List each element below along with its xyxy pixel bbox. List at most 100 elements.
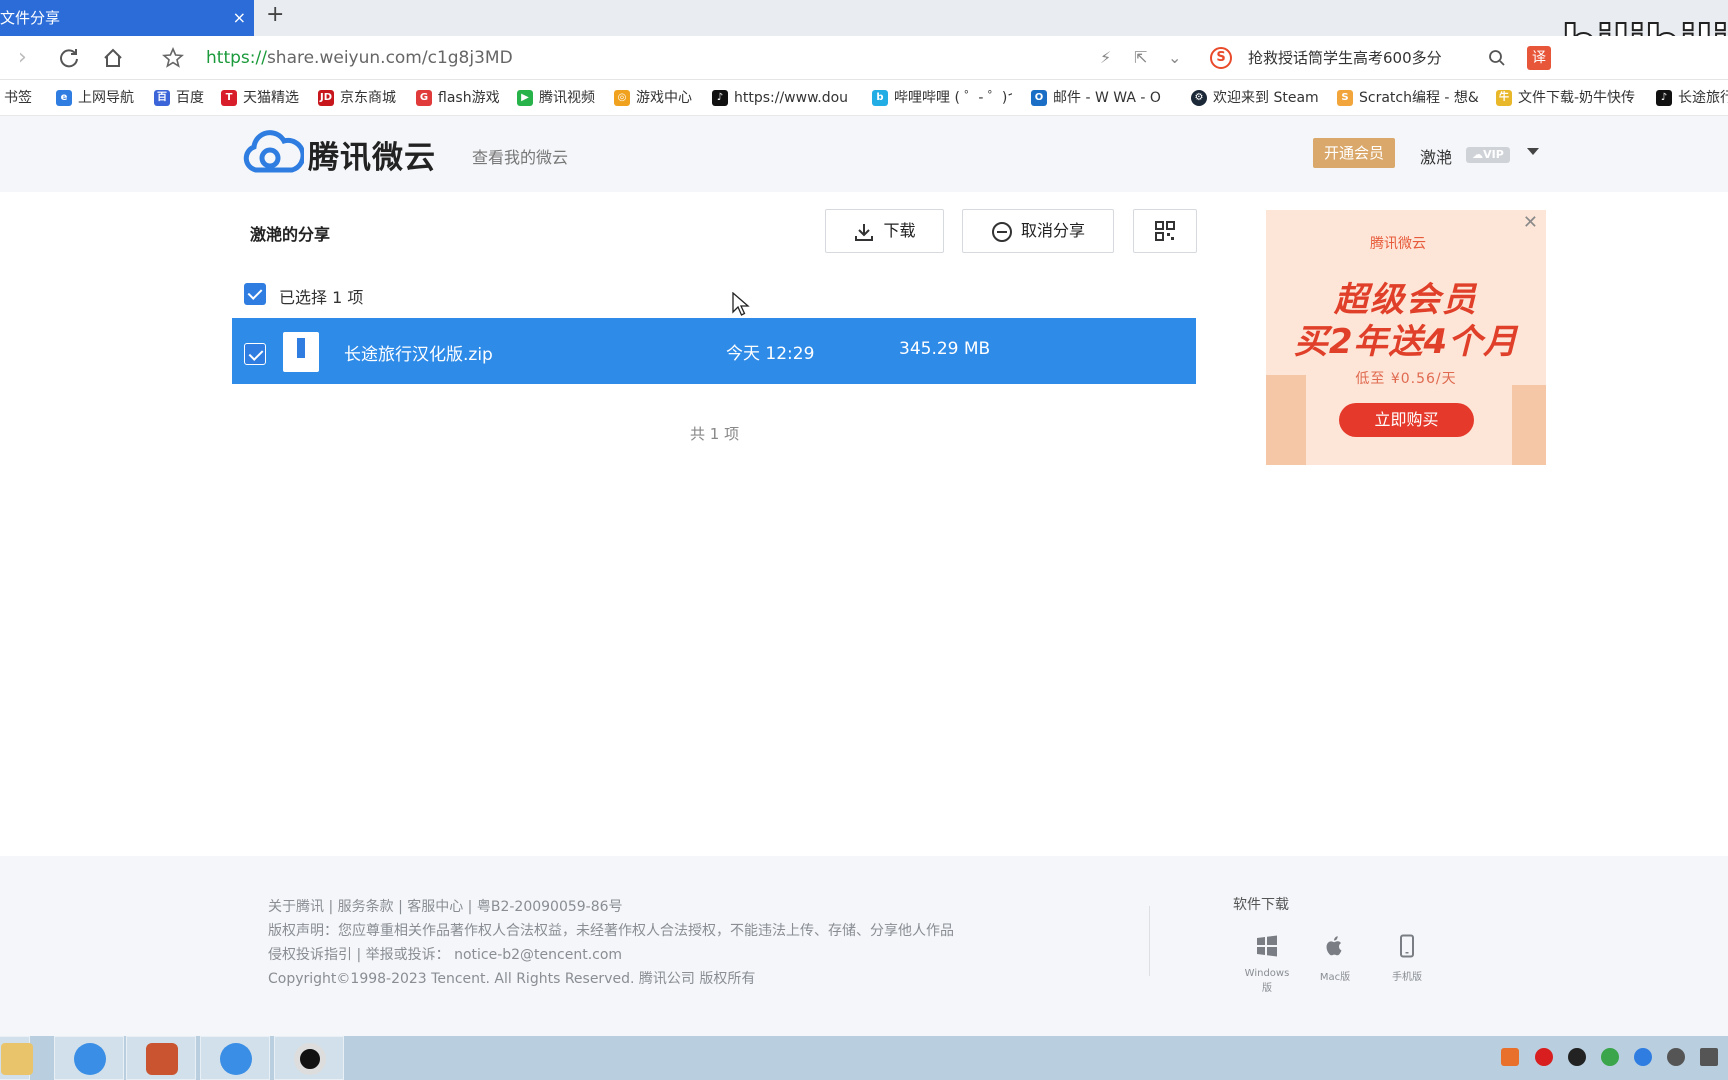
mac-download[interactable]: Mac版	[1310, 934, 1360, 983]
lightning-icon[interactable]: ⚡	[1100, 36, 1111, 80]
address-bar: › https://share.weiyun.com/c1g8j3MD ⚡ ⇱ …	[0, 36, 1728, 80]
my-weiyun-link[interactable]: 查看我的微云	[472, 144, 568, 168]
steam-icon: ⚙	[1191, 90, 1207, 106]
forward-icon[interactable]: ›	[18, 36, 27, 80]
cancel-share-button[interactable]: 取消分享	[962, 209, 1114, 253]
bookmark-label: 腾讯视频	[539, 90, 595, 106]
volume-icon[interactable]	[1666, 1047, 1685, 1066]
qq-icon[interactable]	[1567, 1047, 1586, 1066]
bookmark-item[interactable]: Gflash游戏	[416, 80, 500, 115]
vip-badge: ☁VIP	[1466, 147, 1510, 163]
bookmark-star-icon[interactable]	[162, 36, 184, 80]
select-all-checkbox[interactable]	[244, 283, 266, 305]
bookmark-item[interactable]: S Scratch编程 - 想&	[1337, 80, 1479, 115]
bookmark-label: 天猫精选	[243, 90, 299, 106]
bookmark-item[interactable]: e 上网导航	[56, 80, 134, 115]
footer-divider	[1149, 906, 1150, 976]
taskbar	[0, 1036, 1728, 1080]
file-checkbox[interactable]	[244, 343, 266, 365]
copyright: Copyright©1998-2023 Tencent. All Rights …	[268, 971, 756, 987]
bookmark-item[interactable]: ♪ https://www.dou	[712, 80, 849, 115]
bookmark-label: 书签	[4, 90, 32, 106]
bookmark-item[interactable]: b 哔哩哔哩 ( ゜- ゜)つ	[872, 80, 1012, 115]
bookmark-item[interactable]: ◎ 游戏中心	[614, 80, 692, 115]
record-icon	[294, 1043, 326, 1075]
bookmark-item[interactable]: 百百度	[154, 80, 204, 115]
bookmark-label: 百度	[176, 90, 204, 106]
tab-title: 文件分享	[0, 9, 61, 27]
bookmark-item[interactable]: T 天猫精选	[221, 80, 299, 115]
bilibili-icon: b	[872, 90, 888, 106]
zip-file-icon	[283, 332, 319, 372]
weiyun-brand[interactable]: 腾讯微云	[308, 132, 436, 177]
share-title: 激滟的分享	[250, 225, 331, 244]
url-scheme: https://	[206, 48, 267, 68]
vip-ad-banner[interactable]: ✕ 腾讯微云 超级会员 买2年送4个月 低至 ¥0.56/天 立即购买	[1266, 210, 1546, 465]
windows-download[interactable]: Windows版	[1242, 934, 1292, 994]
mac-label: Mac版	[1319, 972, 1351, 983]
bookmark-label: https://www.dou	[734, 90, 849, 106]
bookmark-item[interactable]: 书签	[4, 80, 32, 115]
download-button[interactable]: 下载	[825, 209, 944, 253]
ad-offer: 买2年送4个月	[1293, 322, 1519, 362]
copyright-notice: 版权声明：您应尊重相关作品著作权人合法权益，未经著作权人合法授权，不能违法上传、…	[268, 923, 954, 939]
browser-tabbar: 文件分享 × + bilibili	[0, 0, 1728, 74]
ad-brand: 腾讯微云	[1370, 236, 1426, 252]
search-suggestion[interactable]: 抢救授话筒学生高考600多分	[1248, 36, 1442, 80]
network-icon[interactable]	[1700, 1047, 1718, 1066]
bookmark-item[interactable]: 牛文件下载-奶牛快传	[1496, 80, 1635, 115]
bookmark-item[interactable]: ♪ 长途旅行	[1656, 80, 1728, 115]
phone-icon	[1382, 934, 1432, 964]
minus-circle-icon	[991, 221, 1012, 242]
chevron-down-icon[interactable]: ⌄	[1168, 36, 1181, 80]
game-center-icon: ◎	[614, 90, 630, 106]
qrcode-button[interactable]	[1133, 209, 1197, 253]
footer-links[interactable]: 关于腾讯 | 服务条款 | 客服中心 | 粤B2-20090059-86号	[268, 896, 623, 916]
username[interactable]: 激滟	[1420, 144, 1452, 168]
file-time: 今天 12:29	[726, 344, 815, 364]
douyin-icon: ♪	[712, 90, 728, 106]
table-row[interactable]: 长途旅行汉化版.zip 今天 12:29 345.29 MB	[232, 318, 1196, 384]
sogou-ime-icon[interactable]	[1501, 1047, 1520, 1066]
mobile-download[interactable]: 手机版	[1382, 934, 1432, 983]
download-icon	[855, 223, 874, 241]
record-indicator-icon[interactable]	[1534, 1047, 1553, 1066]
close-icon[interactable]: ×	[233, 0, 246, 36]
new-tab-button[interactable]: +	[266, 2, 284, 27]
share-icon[interactable]: ⇱	[1134, 36, 1147, 80]
search-icon[interactable]	[1488, 36, 1506, 84]
qrcode-icon	[1155, 221, 1175, 241]
taskbar-recorder[interactable]	[274, 1036, 344, 1080]
mouse-cursor-icon	[732, 292, 750, 316]
bookmark-item[interactable]: ▶ 腾讯视频	[517, 80, 595, 115]
tencent-video-icon: ▶	[517, 90, 533, 106]
refresh-icon[interactable]	[58, 36, 80, 80]
security-icon[interactable]	[1600, 1047, 1619, 1066]
translate-button[interactable]: 译	[1527, 46, 1551, 70]
taskbar-browser[interactable]	[54, 1036, 124, 1080]
bookmark-label: 上网导航	[78, 90, 134, 106]
close-icon[interactable]: ✕	[1523, 212, 1538, 233]
report-contact[interactable]: 侵权投诉指引 | 举报或投诉： notice-b2@tencent.com	[268, 944, 622, 964]
weiyun-cloud-icon[interactable]	[242, 130, 304, 176]
tab-file-share[interactable]: 文件分享 ×	[0, 0, 254, 36]
url-field[interactable]: https://share.weiyun.com/c1g8j3MD	[206, 36, 513, 80]
buy-now-button[interactable]: 立即购买	[1339, 403, 1474, 437]
file-name[interactable]: 长途旅行汉化版.zip	[344, 340, 493, 365]
bookmark-item[interactable]: JD 京东商城	[318, 80, 396, 115]
open-vip-button[interactable]: 开通会员	[1313, 138, 1395, 168]
tmall-icon: T	[221, 90, 237, 106]
bookmark-label: 长途旅行	[1678, 90, 1728, 106]
taskbar-explorer[interactable]	[0, 1036, 33, 1080]
taskbar-browser-2[interactable]	[200, 1036, 270, 1080]
bookmark-label: 欢迎来到 Steam	[1213, 90, 1319, 106]
home-icon[interactable]	[102, 36, 124, 80]
windows-label: Windows版	[1244, 968, 1290, 994]
user-menu-caret-icon[interactable]	[1527, 148, 1539, 155]
cow-transfer-icon: 牛	[1496, 90, 1512, 106]
taskbar-game[interactable]	[126, 1036, 196, 1080]
sogou-search-icon[interactable]: S	[1210, 47, 1232, 69]
bookmark-item[interactable]: ⚙ 欢迎来到 Steam	[1191, 80, 1319, 115]
bookmark-item[interactable]: O 邮件 - W WA - O	[1031, 80, 1161, 115]
shield-icon[interactable]	[1633, 1047, 1652, 1066]
